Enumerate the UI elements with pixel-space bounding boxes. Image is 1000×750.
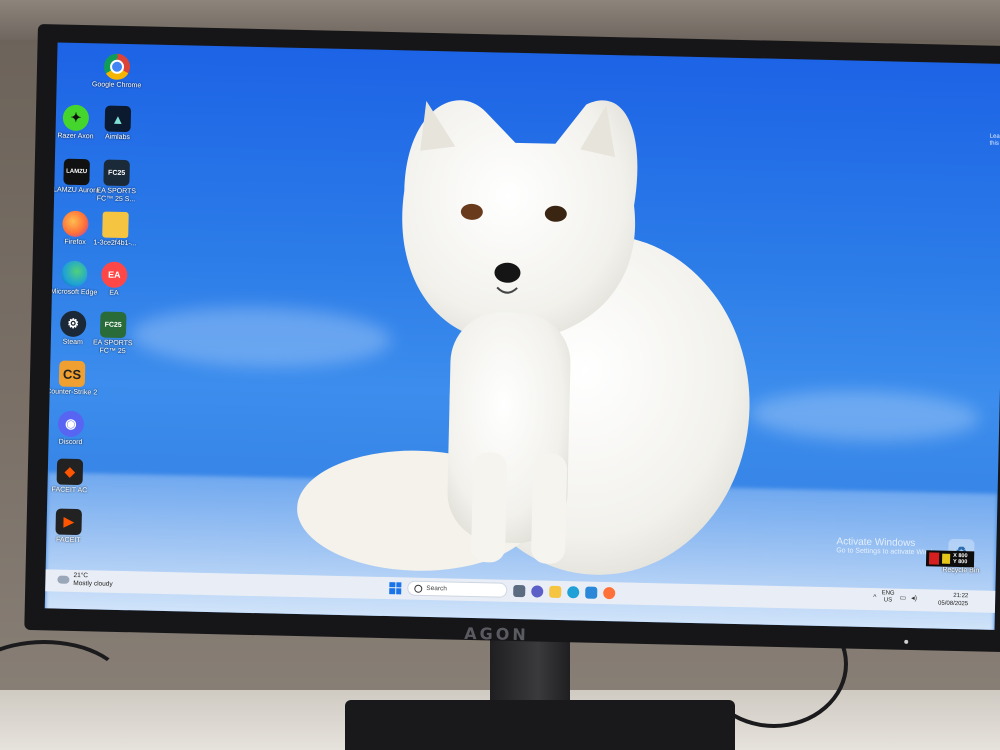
fps-overlay: X 800 Y 800: [925, 550, 975, 568]
desktop-icon-label: Counter-Strike 2: [46, 388, 98, 397]
wallpaper-cloud: [748, 388, 980, 444]
desktop-icon-faceit-ac[interactable]: ◆ FACEIT AC: [45, 458, 98, 495]
windows-logo-tile: [395, 588, 402, 594]
search-icon: [414, 584, 423, 593]
chrome-icon: [103, 53, 131, 81]
desktop-icon-aimlabs[interactable]: ▲ Aimlabs: [89, 105, 146, 142]
edge-icon: [61, 260, 88, 288]
arctic-fox-image: [297, 100, 750, 575]
overlay-badge-icon: [941, 553, 951, 564]
taskbar-search[interactable]: Search: [407, 580, 508, 598]
taskbar-center: Search: [389, 580, 616, 600]
desktop-icon-ea-sports-fc-s[interactable]: FC25 EA SPORTS FC™ 25 S...: [88, 159, 145, 204]
chevron-up-icon[interactable]: ^: [873, 594, 876, 601]
lamzu-icon: LAMZU: [63, 158, 90, 186]
desktop-icon-label: EA SPORTS FC™ 25 S...: [96, 187, 137, 204]
desktop-icon-label: Google Chrome: [91, 81, 142, 90]
file-explorer-icon[interactable]: [549, 585, 562, 598]
windows-logo-tile: [389, 581, 395, 588]
desktop-icon-label: FACEIT: [55, 536, 81, 545]
desktop-icon-label: Recycle Bin: [942, 566, 980, 575]
desktop-icon-label: 1-3ce2f4b1-...: [93, 239, 137, 248]
desktop-icon-label: Discord: [58, 438, 83, 447]
folder-icon: [102, 211, 129, 239]
taskbar-clock[interactable]: 21:22 05/08/2025: [938, 592, 968, 609]
region-label: US: [883, 597, 893, 604]
aimlabs-icon: ▲: [104, 105, 132, 133]
cloudy-icon: [57, 575, 70, 584]
overlay-y: Y 800: [952, 558, 968, 566]
ea-fc-icon: FC25: [103, 159, 130, 187]
desktop-icon-folder[interactable]: 1-3ce2f4b1-...: [87, 211, 144, 248]
desktop-icon-counter-strike-2[interactable]: CS Counter-Strike 2: [45, 360, 101, 397]
edge-taskbar-icon[interactable]: [567, 585, 580, 598]
desktop-icon-ea-sports-fc[interactable]: FC25 EA SPORTS FC™ 25: [84, 311, 141, 356]
monitor: Google Chrome ✦ Razer Axon ▲ Aimlabs LAM…: [24, 24, 1000, 653]
faceit-icon: ▶: [55, 508, 83, 536]
firefox-taskbar-icon[interactable]: [603, 586, 616, 599]
firefox-icon: [62, 210, 89, 238]
steam-icon: ⚙: [59, 310, 87, 338]
windows-logo-tile: [389, 588, 395, 594]
monitor-stand-base: [345, 700, 735, 750]
desktop-icon-discord[interactable]: ◉ Discord: [45, 410, 99, 447]
ea-icon: EA: [101, 261, 128, 289]
desktop-icon-ea[interactable]: EA EA: [86, 261, 143, 298]
language-indicator[interactable]: ENG US: [881, 590, 895, 604]
monitor-brand-logo: AGON: [464, 623, 530, 645]
network-icon[interactable]: ▭: [899, 594, 906, 602]
ea-fc-icon: FC25: [99, 311, 127, 339]
faceit-ac-icon: ◆: [56, 458, 84, 486]
discord-icon: ◉: [57, 410, 85, 438]
weather-widget[interactable]: 21°C Mostly cloudy: [57, 572, 113, 588]
clock-date: 05/08/2025: [938, 600, 969, 608]
system-tray: ^ ENG US ▭ ◂): [873, 590, 917, 605]
desktop-icon-label: Aimlabs: [104, 133, 130, 142]
desktop-icon-google-chrome[interactable]: Google Chrome: [89, 53, 146, 90]
desktop-icon-label: FACEIT AC: [51, 486, 88, 495]
start-button[interactable]: [389, 581, 402, 594]
desktop-icon-label: EA SPORTS FC™ 25: [92, 339, 133, 356]
desktop-icon-label: EA: [109, 289, 119, 297]
overlay-flag-icon: [928, 552, 940, 565]
store-icon[interactable]: [585, 586, 598, 599]
desktop-icon-faceit[interactable]: ▶ FACEIT: [45, 508, 97, 545]
search-placeholder: Search: [426, 584, 447, 593]
razer-axon-icon: ✦: [62, 104, 90, 132]
task-view-icon[interactable]: [513, 584, 526, 597]
weather-desc: Mostly cloudy: [73, 579, 113, 588]
offscreen-text-line: this: [989, 140, 999, 147]
teams-icon[interactable]: [531, 584, 544, 598]
counter-strike-icon: CS: [58, 360, 86, 388]
windows-logo-tile: [395, 581, 402, 588]
volume-icon[interactable]: ◂): [911, 594, 917, 602]
offscreen-text: Lea this: [989, 134, 999, 148]
power-indicator: [904, 639, 909, 644]
desktop-screen: Google Chrome ✦ Razer Axon ▲ Aimlabs LAM…: [44, 42, 1000, 630]
